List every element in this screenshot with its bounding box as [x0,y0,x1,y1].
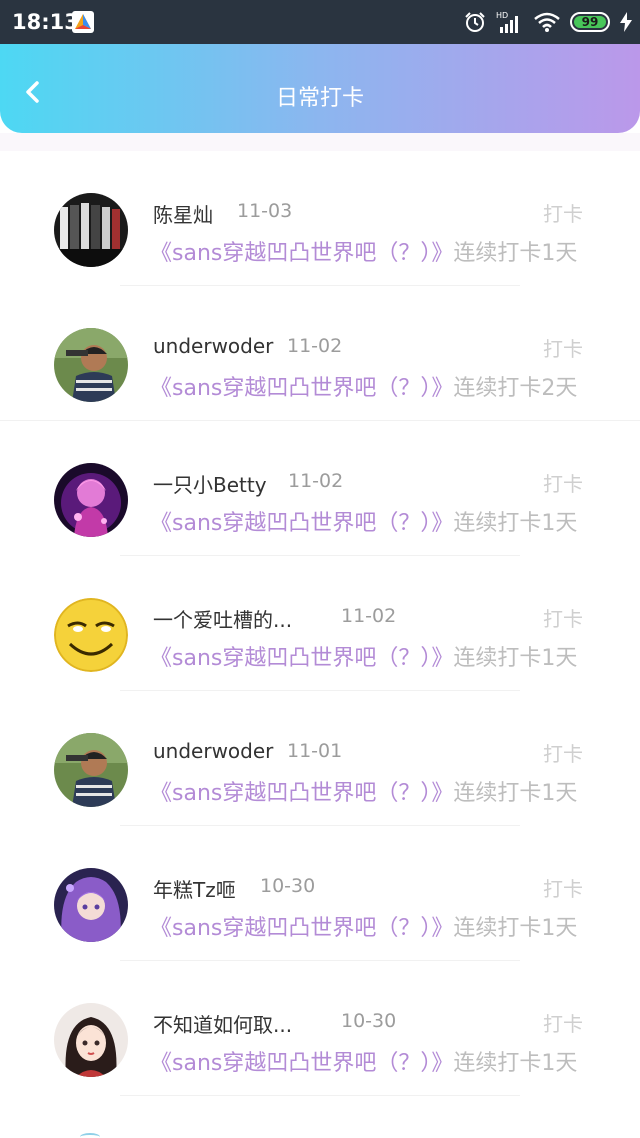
checkin-row[interactable]: 一只小Betty 11-02 打卡 《sans穿越凹凸世界吧（？）》连续打卡1天 [0,421,640,556]
avatar[interactable] [54,868,128,942]
battery-level: 99 [581,15,599,29]
alarm-icon [465,12,485,32]
checkin-row[interactable]: 陈星灿 11-03 打卡 《sans穿越凹凸世界吧（？）》连续打卡1天 [0,151,640,286]
checkin-description: 《sans穿越凹凸世界吧（？）》连续打卡1天 [150,775,577,807]
checkin-date: 11-02 [341,605,397,627]
checkin-description: 《sans穿越凹凸世界吧（？）》连续打卡1天 [150,640,577,672]
checkin-action-link[interactable]: 打卡 [543,603,583,632]
topic-link[interactable]: 《sans穿越凹凸世界吧（？）》 [150,1051,453,1076]
checkin-description: 《sans穿越凹凸世界吧（？）》连续打卡1天 [150,505,577,537]
topic-link[interactable]: 《sans穿越凹凸世界吧（？）》 [150,511,453,536]
user-name[interactable]: 年糕Tz咂 [153,874,236,903]
checkin-description: 《sans穿越凹凸世界吧（？）》连续打卡1天 [150,910,577,942]
wifi-icon [534,12,560,32]
header-shadow-strip [0,133,640,151]
checkin-description: 《sans穿越凹凸世界吧（？）》连续打卡2天 [150,370,577,402]
status-time: 18:13 [12,10,79,34]
checkin-date: 11-03 [237,200,293,222]
topic-link[interactable]: 《sans穿越凹凸世界吧（？）》 [150,646,453,671]
checkin-date: 10-30 [260,875,316,897]
battery-icon: 99 [570,12,610,32]
topic-link[interactable]: 《sans穿越凹凸世界吧（？）》 [150,241,453,266]
header-bar: 日常打卡 [0,44,640,133]
avatar[interactable] [54,1003,128,1077]
avatar[interactable] [54,733,128,807]
user-name[interactable]: underwoder [153,739,273,763]
streak-text: 连续打卡1天 [453,916,578,941]
streak-text: 连续打卡1天 [453,511,578,536]
streak-text: 连续打卡2天 [453,376,578,401]
topic-link[interactable]: 《sans穿越凹凸世界吧（？）》 [150,781,453,806]
checkin-description: 《sans穿越凹凸世界吧（？）》连续打卡1天 [150,1045,577,1077]
avatar[interactable] [54,463,128,537]
checkin-date: 11-01 [287,740,343,762]
checkin-row[interactable]: 不知道如何取... 10-30 打卡 《sans穿越凹凸世界吧（？）》连续打卡1… [0,961,640,1096]
checkin-row[interactable]: underwoder 11-02 打卡 《sans穿越凹凸世界吧（？）》连续打卡… [0,286,640,421]
checkin-row[interactable]: 年糕Tz咂 10-30 打卡 《sans穿越凹凸世界吧（？）》连续打卡1天 [0,826,640,961]
user-name[interactable]: 一个爱吐槽的... [153,604,292,633]
charging-icon [620,12,632,32]
checkin-action-link[interactable]: 打卡 [543,738,583,767]
checkin-action-link[interactable]: 打卡 [543,333,583,362]
user-name[interactable]: 一只小Betty [153,469,267,498]
avatar[interactable] [54,328,128,402]
streak-text: 连续打卡1天 [453,781,578,806]
app-notification-icon [72,11,94,33]
checkin-action-link[interactable]: 打卡 [543,873,583,902]
network-type-label: HD [496,11,508,20]
checkin-action-link[interactable]: 打卡 [543,198,583,227]
signal-icon: HD [496,11,518,33]
checkin-date: 10-30 [341,1010,397,1032]
checkin-date: 11-02 [287,335,343,357]
topic-link[interactable]: 《sans穿越凹凸世界吧（？）》 [150,916,453,941]
checkin-action-link[interactable]: 打卡 [543,1008,583,1037]
checkin-row[interactable]: 一个爱吐槽的... 11-02 打卡 《sans穿越凹凸世界吧（？）》连续打卡1… [0,556,640,691]
streak-text: 连续打卡1天 [453,1051,578,1076]
avatar[interactable] [54,193,128,267]
next-row-avatar-peek [80,1133,100,1138]
topic-link[interactable]: 《sans穿越凹凸世界吧（？）》 [150,376,453,401]
checkin-date: 11-02 [288,470,344,492]
checkin-list: 陈星灿 11-03 打卡 《sans穿越凹凸世界吧（？）》连续打卡1天 unde… [0,151,640,1096]
checkin-description: 《sans穿越凹凸世界吧（？）》连续打卡1天 [150,235,577,267]
user-name[interactable]: 不知道如何取... [153,1009,292,1038]
page-title: 日常打卡 [275,86,364,111]
checkin-action-link[interactable]: 打卡 [543,468,583,497]
avatar[interactable] [54,598,128,672]
divider [120,1095,520,1096]
streak-text: 连续打卡1天 [453,241,578,266]
streak-text: 连续打卡1天 [453,646,578,671]
user-name[interactable]: underwoder [153,334,273,358]
status-bar: 18:13 HD 99 [0,0,640,44]
user-name[interactable]: 陈星灿 [153,199,213,228]
checkin-row[interactable]: underwoder 11-01 打卡 《sans穿越凹凸世界吧（？）》连续打卡… [0,691,640,826]
